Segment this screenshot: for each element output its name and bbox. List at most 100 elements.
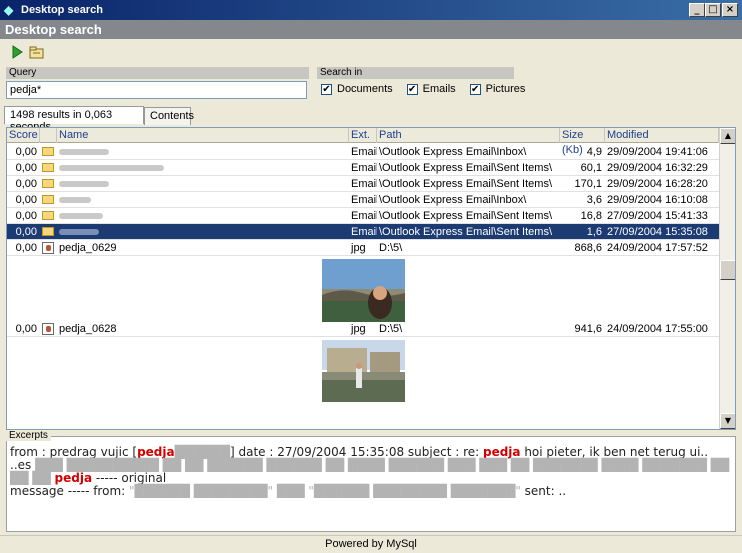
mail-icon <box>40 192 57 208</box>
check-icon: ✔ <box>406 83 418 95</box>
path-cell: D:\5\ <box>379 242 403 254</box>
table-row[interactable]: 0,00 pedja_0628 jpg D:\5\ 941,6 24/09/20… <box>7 321 719 337</box>
modified-cell: 24/09/2004 17:57:52 <box>607 242 708 254</box>
scroll-up-icon[interactable]: ▲ <box>720 128 735 144</box>
ext-cell: Email <box>351 146 377 158</box>
grid-header: Score Name Ext. Path Size (Kb) Modified <box>7 128 719 156</box>
name-cell <box>57 208 349 224</box>
name-cell <box>57 192 349 208</box>
size-cell: 941,6 <box>574 323 602 335</box>
modified-cell: 27/09/2004 15:41:33 <box>607 210 708 222</box>
table-row[interactable]: 0,00 Email \Outlook Express Email\Sent I… <box>7 160 719 176</box>
column-score[interactable]: Score <box>7 128 40 143</box>
score-cell: 0,00 <box>15 226 37 238</box>
path-cell: D:\5\ <box>379 323 403 335</box>
folder-icon[interactable] <box>28 43 46 61</box>
score-cell: 0,00 <box>15 162 37 174</box>
score-cell: 0,00 <box>15 242 37 254</box>
size-cell: 16,8 <box>580 210 602 222</box>
app-header: Desktop search <box>0 20 742 39</box>
name-cell <box>57 176 349 192</box>
documents-checkbox[interactable]: ✔ Documents <box>321 83 393 95</box>
score-cell: 0,00 <box>15 210 37 222</box>
mail-icon <box>40 176 57 192</box>
size-cell: 170,1 <box>574 178 602 190</box>
table-row[interactable]: 0,00 Email \Outlook Express Email\Sent I… <box>7 176 719 192</box>
search-in-options: ✔ Documents ✔ Emails ✔ Pictures <box>321 83 539 95</box>
modified-cell: 29/09/2004 16:32:29 <box>607 162 708 174</box>
path-cell: \Outlook Express Email\Inbox\ <box>379 194 527 206</box>
close-button[interactable]: × <box>722 3 738 17</box>
mail-icon <box>40 160 57 176</box>
ext-cell: Email <box>351 194 377 206</box>
table-row[interactable]: 0,00 pedja_0629 jpg D:\5\ 868,6 24/09/20… <box>7 240 719 256</box>
column-path[interactable]: Path <box>377 128 560 143</box>
size-cell: 60,1 <box>580 162 602 174</box>
column-size[interactable]: Size (Kb) <box>560 128 605 156</box>
excerpts-label: Excerpts <box>6 430 51 441</box>
score-cell: 0,00 <box>15 146 37 158</box>
check-icon: ✔ <box>321 83 332 95</box>
scroll-down-icon[interactable]: ▼ <box>720 413 735 429</box>
column-ext[interactable]: Ext. <box>349 128 377 143</box>
ext-cell: jpg <box>351 242 366 254</box>
photo-thumbnail[interactable] <box>322 259 405 322</box>
name-cell: pedja_0629 <box>59 242 117 254</box>
table-row-selected[interactable]: 0,00 Email \Outlook Express Email\Sent I… <box>7 224 719 240</box>
path-cell: \Outlook Express Email\Sent Items\ <box>379 162 553 174</box>
query-input[interactable] <box>6 81 307 99</box>
tab-results[interactable]: 1498 results in 0,063 seconds <box>4 106 144 133</box>
play-icon[interactable] <box>8 43 26 61</box>
column-icon[interactable] <box>40 128 57 143</box>
ext-cell: jpg <box>351 323 366 335</box>
mail-icon <box>40 208 57 224</box>
ext-cell: Email <box>351 210 377 222</box>
name-cell <box>57 224 349 240</box>
table-row[interactable]: 0,00 Email \Outlook Express Email\Inbox\… <box>7 144 719 160</box>
check-icon: ✔ <box>469 83 481 95</box>
tab-contents[interactable]: Contents <box>144 107 194 125</box>
window-title: Desktop search <box>21 4 103 16</box>
mail-icon <box>40 224 57 240</box>
search-in-label: Search in <box>317 67 514 79</box>
score-cell: 0,00 <box>15 323 37 335</box>
modified-cell: 24/09/2004 17:55:00 <box>607 323 708 335</box>
toolbar <box>0 39 742 64</box>
ext-cell: Email <box>351 226 377 238</box>
size-cell: 1,6 <box>586 226 602 238</box>
name-cell: pedja_0628 <box>59 323 117 335</box>
image-icon <box>40 240 57 256</box>
score-cell: 0,00 <box>15 194 37 206</box>
maximize-button[interactable]: □ <box>705 3 721 17</box>
table-row[interactable]: 0,00 Email \Outlook Express Email\Sent I… <box>7 208 719 224</box>
title-bar: ◆ Desktop search _ □ × <box>0 0 742 20</box>
minimize-button[interactable]: _ <box>689 3 705 17</box>
column-name[interactable]: Name <box>57 128 349 143</box>
ext-cell: Email <box>351 178 377 190</box>
column-modified[interactable]: Modified <box>605 128 719 143</box>
score-cell: 0,00 <box>15 178 37 190</box>
path-cell: \Outlook Express Email\Sent Items\ <box>379 178 553 190</box>
image-icon <box>40 321 57 337</box>
name-cell <box>57 160 349 176</box>
size-cell: 4,9 <box>586 146 602 158</box>
query-label: Query <box>6 67 309 79</box>
path-cell: \Outlook Express Email\Sent Items\ <box>379 210 553 222</box>
path-cell: \Outlook Express Email\Sent Items\ <box>379 226 553 238</box>
table-row[interactable]: 0,00 Email \Outlook Express Email\Inbox\… <box>7 192 719 208</box>
emails-checkbox[interactable]: ✔ Emails <box>406 83 456 95</box>
results-grid: Score Name Ext. Path Size (Kb) Modified … <box>6 127 736 430</box>
modified-cell: 27/09/2004 15:35:08 <box>607 226 708 238</box>
size-cell: 3,6 <box>586 194 602 206</box>
photo-thumbnail[interactable] <box>322 340 405 402</box>
path-cell: \Outlook Express Email\Inbox\ <box>379 146 527 158</box>
size-cell: 868,6 <box>574 242 602 254</box>
vertical-scrollbar[interactable]: ▲ ▼ <box>719 128 735 429</box>
app-icon: ◆ <box>4 2 14 17</box>
modified-cell: 29/09/2004 16:10:08 <box>607 194 708 206</box>
excerpts-panel: from : predrag vujic [pedja██████] date … <box>6 436 736 532</box>
status-bar: Powered by MySql <box>0 535 742 553</box>
name-cell <box>57 144 349 160</box>
scrollbar-thumb[interactable] <box>720 260 735 280</box>
pictures-checkbox[interactable]: ✔ Pictures <box>469 83 525 95</box>
